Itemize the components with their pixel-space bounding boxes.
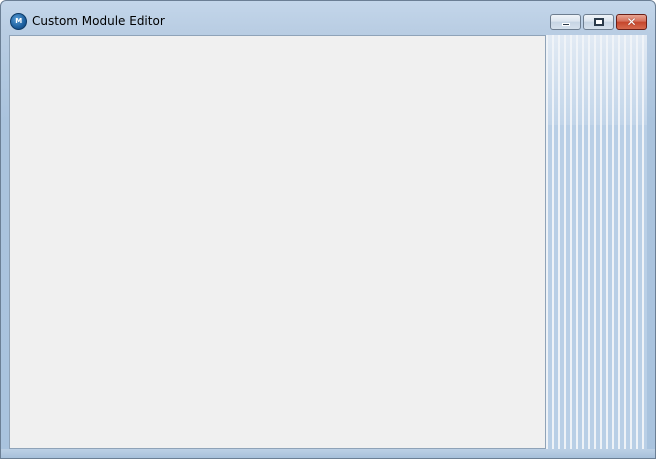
close-button[interactable]: ✕	[616, 14, 647, 30]
window-frame-glass-highlight	[546, 35, 647, 125]
window-title: Custom Module Editor	[32, 14, 165, 28]
window-bottom-border[interactable]	[1, 449, 655, 458]
close-icon: ✕	[626, 15, 637, 29]
title-bar[interactable]: M Custom Module Editor ✕	[1, 1, 655, 35]
module-editor-app-icon[interactable]: M	[10, 13, 27, 30]
minimize-icon	[562, 23, 570, 26]
minimize-button[interactable]	[550, 14, 581, 30]
maximize-icon	[594, 18, 604, 26]
editor-client-area[interactable]	[9, 35, 546, 449]
app-window: M Custom Module Editor ✕	[0, 0, 656, 459]
maximize-button[interactable]	[583, 14, 614, 30]
